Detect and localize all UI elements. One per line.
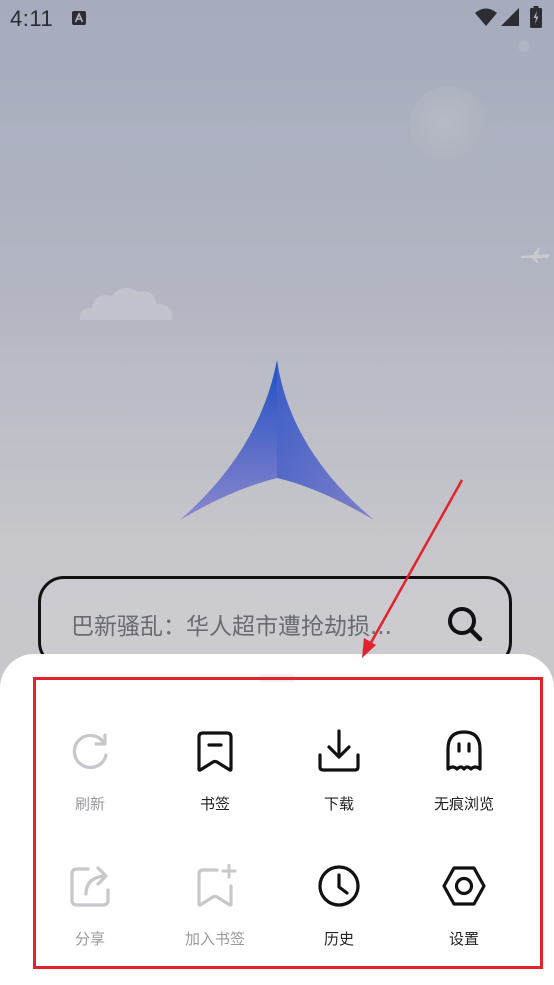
browser-home-screen: 4:11 巴新骚乱：华人超市遭抢劫损... 刷新 书签 下载 无痕浏览 分享 加… [0,0,554,985]
moon-decoration [409,86,489,166]
annotation-highlight-box [33,677,543,969]
notification-a-icon [72,11,86,25]
battery-icon [530,6,542,28]
airplane-decoration [520,248,550,263]
wifi-icon [475,8,497,26]
star-decoration [518,40,530,52]
status-time: 4:11 [10,6,54,31]
status-bar: 4:11 [0,0,554,38]
cloud-decoration [79,287,173,320]
search-icon[interactable] [445,604,485,644]
browser-logo [180,360,374,520]
search-input[interactable]: 巴新骚乱：华人超市遭抢劫损... [71,607,441,641]
signal-icon [501,8,519,26]
